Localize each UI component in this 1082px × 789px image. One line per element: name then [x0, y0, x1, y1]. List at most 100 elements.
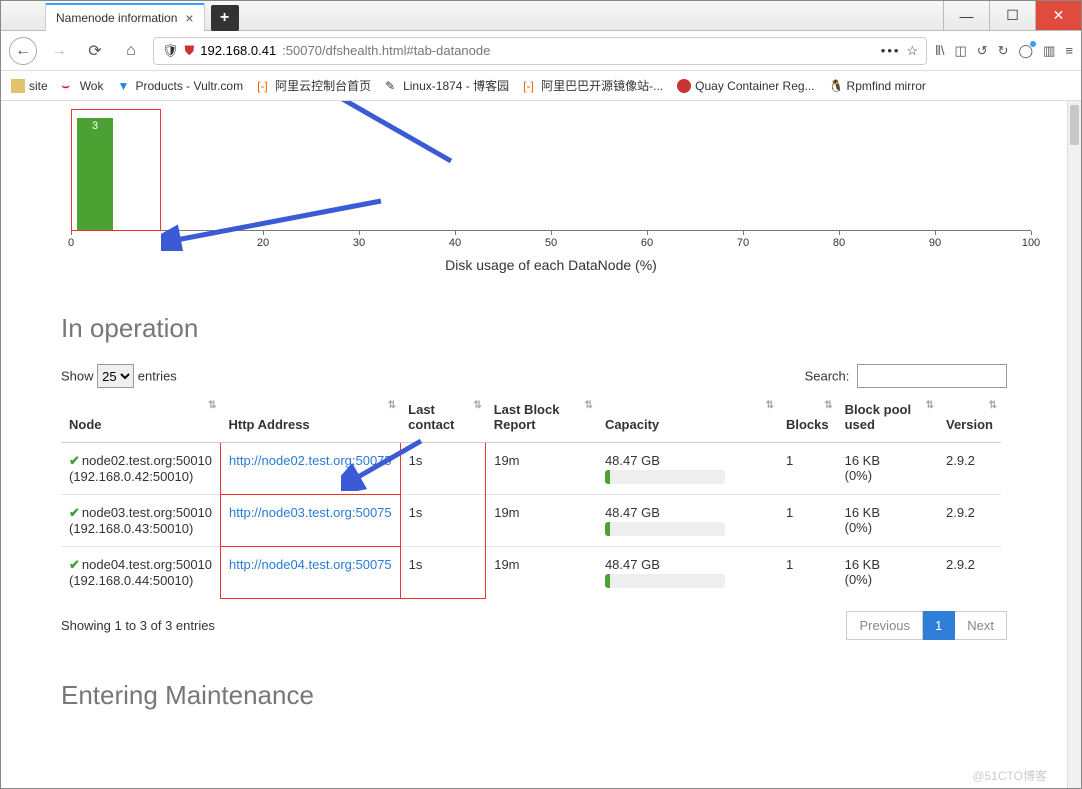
datanode-table: Node⇅Http Address⇅Last contact⇅Last Bloc… — [61, 396, 1001, 599]
column-label: Http Address — [229, 417, 310, 432]
aliyun-icon: [-] — [257, 79, 271, 93]
undo-icon[interactable]: ↺ — [977, 43, 988, 59]
bookmark-label: Linux-1874 - 博客园 — [403, 77, 509, 94]
block-pool-used: 16 KB — [845, 453, 880, 468]
new-tab-button[interactable]: + — [211, 5, 239, 31]
capacity-bar — [605, 574, 725, 588]
chart-bar: 3 — [77, 118, 113, 230]
toolbar-right: ⦀\ ◫ ↺ ↻ ◯ ▥ ≡ — [935, 43, 1073, 59]
bookmark-item[interactable]: 🐧Rpmfind mirror — [829, 79, 926, 93]
redo-icon[interactable]: ↻ — [998, 43, 1009, 59]
column-label: Version — [946, 417, 993, 432]
table-row: ✔node03.test.org:50010(192.168.0.43:5001… — [61, 495, 1001, 547]
capacity-text: 48.47 GB — [605, 505, 660, 520]
column-header[interactable]: Http Address ⇅ — [221, 396, 401, 443]
bookmark-label: Rpmfind mirror — [847, 79, 926, 93]
disk-usage-chart: 01020304050607080901003 Disk usage of ea… — [71, 111, 1031, 273]
column-label: Last Block Report — [494, 402, 560, 432]
scrollbar-thumb[interactable] — [1070, 105, 1079, 145]
chart-tick: 50 — [545, 237, 557, 249]
sidebar-icon[interactable]: ◫ — [954, 43, 966, 59]
sort-icon: ⇅ — [208, 402, 216, 410]
column-header[interactable]: Block pool used ⇅ — [837, 396, 938, 443]
block-pool-used-pct: (0%) — [845, 572, 872, 587]
chart-tick: 100 — [1022, 237, 1040, 249]
last-contact: 1s — [409, 557, 423, 572]
column-label: Blocks — [786, 417, 829, 432]
bookmark-label: Wok — [80, 79, 104, 93]
last-block-report: 19m — [494, 557, 519, 572]
tab-close-icon[interactable]: × — [185, 10, 193, 26]
back-button[interactable]: ← — [9, 37, 37, 65]
sort-icon: ⇅ — [585, 402, 593, 410]
column-header[interactable]: Blocks⇅ — [778, 396, 837, 443]
window-close-button[interactable]: ✕ — [1035, 1, 1081, 30]
bookmark-item[interactable]: ✎Linux-1874 - 博客园 — [385, 77, 509, 94]
bookmark-item[interactable]: ▼Products - Vultr.com — [117, 79, 243, 93]
bookmark-item[interactable]: Quay Container Reg... — [677, 79, 814, 93]
bookmark-item[interactable]: [-]阿里巴巴开源镜像站-... — [523, 77, 663, 94]
node-name: node03.test.org:50010 — [82, 505, 212, 520]
tab-title: Namenode information — [56, 11, 177, 25]
column-header[interactable]: Last Block Report ⇅ — [486, 396, 597, 443]
page-scrollbar[interactable] — [1067, 101, 1081, 788]
datatable-footer: Showing 1 to 3 of 3 entries Previous 1 N… — [61, 611, 1007, 640]
window-maximize-button[interactable]: ☐ — [989, 1, 1035, 30]
pagination: Previous 1 Next — [846, 611, 1007, 640]
window-minimize-button[interactable]: — — [943, 1, 989, 30]
page-1-button[interactable]: 1 — [923, 611, 955, 640]
menu-icon[interactable]: ≡ — [1065, 43, 1073, 58]
version: 2.9.2 — [946, 505, 975, 520]
column-label: Node — [69, 417, 102, 432]
browser-tab-active[interactable]: Namenode information × — [45, 3, 205, 31]
capacity-bar — [605, 522, 725, 536]
show-label: Show — [61, 369, 94, 384]
forward-button[interactable]: → — [45, 37, 73, 65]
capacity-text: 48.47 GB — [605, 557, 660, 572]
home-button[interactable]: ⌂ — [117, 37, 145, 65]
chart-tick: 30 — [353, 237, 365, 249]
watermark: @51CTO博客 — [972, 767, 1047, 784]
url-bar[interactable]: 🛡 ⛊ 192.168.0.41:50070/dfshealth.html#ta… — [153, 37, 927, 65]
bookmark-item[interactable]: [-]阿里云控制台首页 — [257, 77, 371, 94]
page-actions-icon[interactable]: ••• — [881, 43, 901, 58]
chart-tick: 60 — [641, 237, 653, 249]
prev-button[interactable]: Previous — [846, 611, 923, 640]
heading-in-operation: In operation — [61, 313, 1067, 344]
column-header[interactable]: Version⇅ — [938, 396, 1001, 443]
blocks: 1 — [786, 557, 793, 572]
sort-icon: ⇅ — [388, 402, 396, 410]
chart-title: Disk usage of each DataNode (%) — [71, 257, 1031, 273]
url-path: :50070/dfshealth.html#tab-datanode — [282, 43, 490, 58]
entries-label: entries — [138, 369, 177, 384]
url-host: 192.168.0.41 — [200, 43, 276, 58]
library-icon[interactable]: ⦀\ — [935, 43, 944, 59]
heading-entering-maintenance: Entering Maintenance — [61, 680, 1067, 711]
account-icon[interactable]: ◯ — [1019, 43, 1034, 59]
column-label: Last contact — [408, 402, 454, 432]
extensions-icon[interactable]: ▥ — [1043, 43, 1055, 59]
bookmark-star-icon[interactable]: ☆ — [906, 43, 918, 59]
next-button[interactable]: Next — [955, 611, 1007, 640]
page-length-select[interactable]: 25 — [97, 364, 134, 388]
column-label: Block pool used — [845, 402, 911, 432]
last-contact: 1s — [409, 505, 423, 520]
chart-tick: 70 — [737, 237, 749, 249]
reload-button[interactable]: ⟳ — [81, 37, 109, 65]
http-address-link[interactable]: http://node03.test.org:50075 — [229, 505, 392, 520]
datatable-controls: Show 25 entries Search: — [61, 364, 1007, 388]
bookmark-label: Quay Container Reg... — [695, 79, 814, 93]
node-ip: (192.168.0.42:50010) — [69, 469, 193, 484]
search-input[interactable] — [857, 364, 1007, 388]
bookmark-item[interactable]: site — [11, 79, 48, 93]
column-header[interactable]: Last contact⇅ — [400, 396, 486, 443]
search-control: Search: — [805, 364, 1007, 388]
sort-icon: ⇅ — [926, 402, 934, 410]
http-address-link[interactable]: http://node02.test.org:50075 — [229, 453, 392, 468]
version: 2.9.2 — [946, 453, 975, 468]
column-header[interactable]: Capacity⇅ — [597, 396, 778, 443]
column-header[interactable]: Node ⇅ — [61, 396, 221, 443]
bookmark-label: Products - Vultr.com — [135, 79, 243, 93]
http-address-link[interactable]: http://node04.test.org:50075 — [229, 557, 392, 572]
bookmark-item[interactable]: ⌣Wok — [62, 79, 104, 93]
